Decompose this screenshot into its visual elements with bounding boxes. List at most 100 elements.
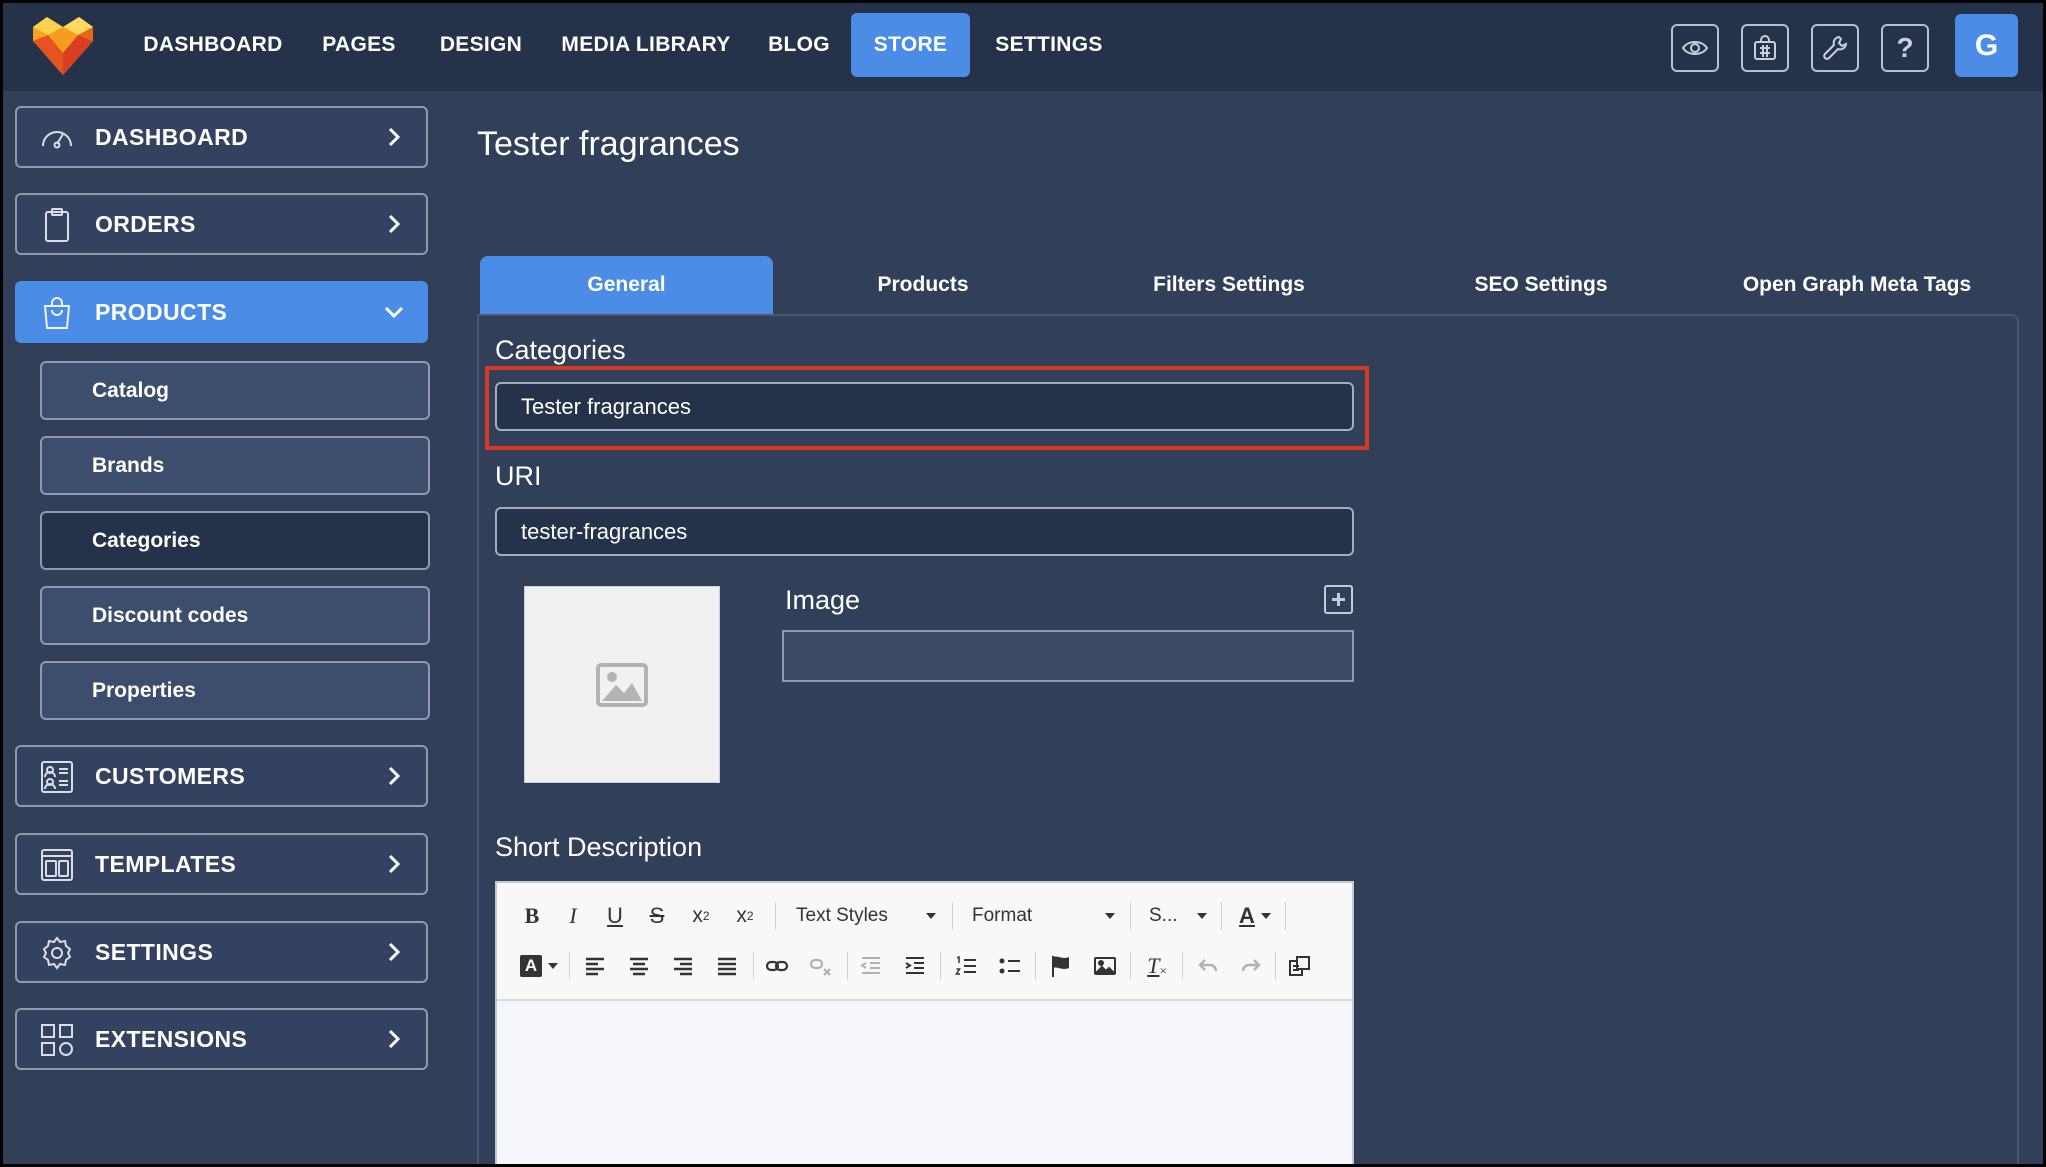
anchor-button[interactable] <box>1046 950 1076 982</box>
sidebar-item-products[interactable]: PRODUCTS <box>15 281 428 343</box>
link-icon <box>765 960 789 972</box>
numbered-list-button[interactable] <box>952 950 980 982</box>
indent-icon <box>905 957 924 974</box>
subnav-discount-codes[interactable]: Discount codes <box>40 586 430 645</box>
size-label: S... <box>1149 905 1178 926</box>
contacts-icon <box>41 761 73 793</box>
subscript-button[interactable]: x2 <box>686 900 716 932</box>
align-left-button[interactable] <box>581 950 609 982</box>
sidebar-item-label: TEMPLATES <box>95 851 237 877</box>
align-right-button[interactable] <box>669 950 697 982</box>
bulleted-list-icon <box>999 958 1020 974</box>
sidebar-item-customers[interactable]: CUSTOMERS <box>15 745 428 807</box>
help-icon: ? <box>1896 32 1914 63</box>
subscript-glyph: x <box>692 904 703 927</box>
image-preview[interactable] <box>524 586 720 783</box>
image-field[interactable] <box>782 630 1354 682</box>
subnav-categories[interactable]: Categories <box>40 511 430 570</box>
indent-button[interactable] <box>901 950 929 982</box>
subnav-properties[interactable]: Properties <box>40 661 430 720</box>
user-avatar[interactable]: G <box>1955 14 2018 77</box>
text-styles-dropdown[interactable]: Text Styles <box>796 900 936 932</box>
nav-pages[interactable]: PAGES <box>313 13 405 77</box>
short-description-editor[interactable]: B I U S x2 x2 Text Styles Format S... A … <box>495 881 1354 1164</box>
sidebar-item-label: EXTENSIONS <box>95 1026 248 1052</box>
text-color-button[interactable]: A <box>1235 900 1275 932</box>
sidebar-item-dashboard[interactable]: DASHBOARD <box>15 106 428 168</box>
bg-color-icon: A <box>520 955 542 977</box>
undo-icon <box>1198 959 1218 972</box>
sidebar-item-templates[interactable]: TEMPLATES <box>15 833 428 895</box>
italic-button[interactable]: I <box>560 900 586 932</box>
align-center-icon <box>630 957 648 976</box>
outdent-icon <box>860 957 880 974</box>
sidebar-item-label: SETTINGS <box>95 939 214 965</box>
underline-button[interactable]: U <box>602 900 628 932</box>
superscript-button[interactable]: x2 <box>730 900 760 932</box>
remove-format-button[interactable]: T × <box>1142 950 1172 982</box>
bulleted-list-button[interactable] <box>996 950 1024 982</box>
align-center-button[interactable] <box>625 950 653 982</box>
tab-bar: General Products Filters Settings SEO Se… <box>477 256 2017 316</box>
wrench-icon <box>1823 35 1848 60</box>
strikethrough-button[interactable]: S <box>644 900 670 932</box>
justify-button[interactable] <box>713 950 741 982</box>
format-label: Format <box>972 905 1033 926</box>
text-color-icon: A <box>1239 903 1255 928</box>
bold-button[interactable]: B <box>519 900 545 932</box>
app-window: DASHBOARD PAGES DESIGN MEDIA LIBRARY BLO… <box>3 3 2043 1164</box>
eye-icon <box>1681 41 1709 55</box>
chevron-right-icon <box>388 1029 401 1049</box>
format-dropdown[interactable]: Format <box>972 900 1115 932</box>
sidebar-item-label: PRODUCTS <box>95 299 228 325</box>
chevron-right-icon <box>388 854 401 874</box>
background-color-button[interactable]: A <box>517 950 561 982</box>
add-image-icon[interactable] <box>1324 585 1353 614</box>
nav-media-library[interactable]: MEDIA LIBRARY <box>556 13 736 77</box>
preview-button[interactable] <box>1671 24 1719 72</box>
sidebar-item-settings[interactable]: SETTINGS <box>15 921 428 983</box>
uri-label: URI <box>495 461 542 491</box>
categories-label: Categories <box>495 335 626 365</box>
gear-icon <box>42 936 72 970</box>
nav-blog[interactable]: BLOG <box>759 13 839 77</box>
tab-products[interactable]: Products <box>773 256 1073 314</box>
image-icon <box>1094 957 1116 975</box>
unlink-button[interactable] <box>806 950 836 982</box>
tab-general[interactable]: General <box>480 256 773 314</box>
tab-seo-settings[interactable]: SEO Settings <box>1385 256 1697 314</box>
outdent-button[interactable] <box>857 950 885 982</box>
align-left-icon <box>586 957 604 976</box>
tab-filters-settings[interactable]: Filters Settings <box>1073 256 1385 314</box>
size-dropdown[interactable]: S... <box>1149 900 1207 932</box>
subnav-brands[interactable]: Brands <box>40 436 430 495</box>
gauge-icon <box>42 131 72 149</box>
nav-settings[interactable]: SETTINGS <box>990 13 1108 77</box>
insert-image-button[interactable] <box>1090 950 1120 982</box>
sidebar-item-orders[interactable]: ORDERS <box>15 193 428 255</box>
justify-icon <box>718 957 736 976</box>
numbered-list-icon <box>955 955 976 975</box>
link-button[interactable] <box>762 950 792 982</box>
superscript-mark: 2 <box>746 909 754 923</box>
undo-button[interactable] <box>1194 950 1222 982</box>
text-styles-label: Text Styles <box>796 905 888 926</box>
nav-design[interactable]: DESIGN <box>431 13 531 77</box>
remove-format-icon: T <box>1147 953 1160 978</box>
source-button[interactable] <box>1285 950 1315 982</box>
redo-button[interactable] <box>1237 950 1265 982</box>
sidebar-item-extensions[interactable]: EXTENSIONS <box>15 1008 428 1070</box>
extensions-icon <box>41 1024 73 1056</box>
subnav-catalog[interactable]: Catalog <box>40 361 430 420</box>
nav-store[interactable]: STORE <box>851 13 970 77</box>
highlight-box <box>485 366 1369 450</box>
tools-button[interactable] <box>1811 24 1859 72</box>
uri-input[interactable]: tester-fragrances <box>495 507 1354 556</box>
store-button[interactable] <box>1741 24 1789 72</box>
tab-open-graph[interactable]: Open Graph Meta Tags <box>1697 256 2017 314</box>
top-navigation-bar: DASHBOARD PAGES DESIGN MEDIA LIBRARY BLO… <box>3 3 2043 91</box>
remove-format-mark: × <box>1159 963 1167 978</box>
nav-dashboard[interactable]: DASHBOARD <box>137 13 289 77</box>
chevron-right-icon <box>388 214 401 234</box>
help-button[interactable]: ? <box>1881 24 1929 72</box>
